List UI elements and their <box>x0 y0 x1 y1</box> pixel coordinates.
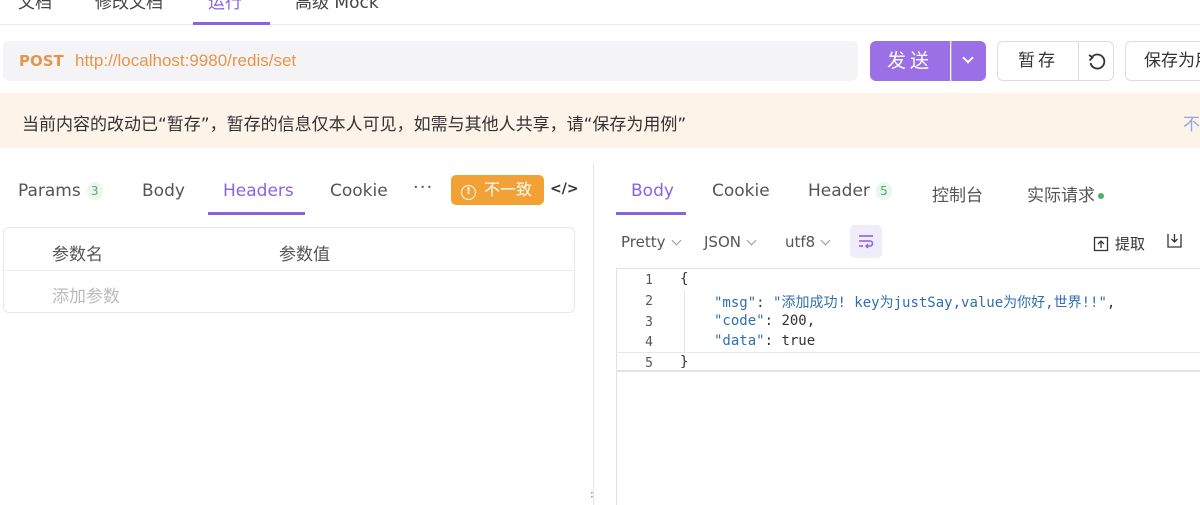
tab-advanced-mock[interactable]: 高级 Mock <box>295 0 379 13</box>
line-number: 5 <box>645 356 653 371</box>
response-tab-actual-request[interactable]: 实际请求 <box>1027 181 1104 206</box>
extract-button[interactable]: 提取 <box>1093 233 1145 254</box>
status-dot-icon <box>1098 193 1104 199</box>
chevron-down-icon <box>746 235 757 246</box>
tab-cookies[interactable]: Cookies <box>330 181 387 201</box>
temp-save-button[interactable]: 暂存 <box>997 41 1079 81</box>
code-line: "msg": "添加成功! key为justSay,value为你好,世界!!"… <box>714 295 1116 311</box>
json-value: "添加成功! key为justSay,value为你好,世界!!" <box>773 295 1107 311</box>
line-number: 3 <box>645 315 653 330</box>
save-as-case-button[interactable]: 保存为用例 <box>1125 41 1200 81</box>
json-value: true <box>781 333 816 349</box>
json-key: "data" <box>714 333 765 349</box>
format-select[interactable]: Pretty <box>621 233 681 251</box>
json-key: "msg" <box>714 295 757 311</box>
format-value: Pretty <box>621 233 666 251</box>
code-icon[interactable]: </> <box>550 181 579 197</box>
wrap-icon <box>859 235 874 249</box>
indent-guide <box>684 290 685 352</box>
json-key: "code" <box>714 313 765 329</box>
send-dropdown-button[interactable] <box>951 41 986 81</box>
active-tab-indicator <box>193 22 270 25</box>
add-param-input[interactable]: 添加参数 <box>52 282 120 307</box>
json-value: 200 <box>781 313 807 329</box>
tab-edit-docs[interactable]: 修改文档 <box>95 0 163 13</box>
response-tab-console[interactable]: 控制台 <box>932 181 983 206</box>
line-number: 1 <box>645 273 653 288</box>
encoding-value: utf8 <box>785 233 816 251</box>
tab-params-label: Params <box>18 181 81 201</box>
response-tab-header[interactable]: Header 5 <box>808 181 892 201</box>
current-line-highlight <box>617 352 1200 372</box>
response-tab-body[interactable]: Body <box>631 181 674 201</box>
dismiss-notice-link[interactable]: 不再提示 <box>1183 110 1200 135</box>
tab-params[interactable]: Params 3 <box>18 181 103 201</box>
row-divider <box>4 270 574 271</box>
code-line: } <box>680 354 688 370</box>
line-number: 2 <box>645 294 653 309</box>
tab-docs[interactable]: 文档 <box>18 0 52 13</box>
content-type-value: JSON <box>704 233 741 251</box>
panel-divider[interactable] <box>593 163 594 505</box>
params-count-badge: 3 <box>86 182 103 200</box>
stash-notice: 当前内容的改动已“暂存”，暂存的信息仅本人可见，如需与其他人共享，请“保存为用例… <box>0 93 1200 148</box>
extract-label: 提取 <box>1115 235 1146 253</box>
chevron-down-icon <box>671 235 681 246</box>
tab-run[interactable]: 运行 <box>208 0 242 13</box>
column-header-value: 参数值 <box>279 245 330 265</box>
undo-icon <box>1088 53 1106 70</box>
send-button[interactable]: 发送 <box>870 41 950 81</box>
tab-body[interactable]: Body <box>142 181 185 201</box>
url-input[interactable] <box>75 47 845 75</box>
url-bar: POST <box>3 41 858 81</box>
encoding-select[interactable]: utf8 <box>785 233 831 251</box>
alert-icon: ! <box>461 185 476 200</box>
code-line: "code": 200, <box>714 313 816 329</box>
tab-headers[interactable]: Headers <box>223 181 294 201</box>
active-tab-indicator <box>616 212 686 215</box>
mismatch-badge[interactable]: ! 不一致 <box>451 175 544 205</box>
download-icon[interactable] <box>1166 232 1183 249</box>
code-line: "data": true <box>714 333 816 349</box>
json-brace: { <box>680 271 689 287</box>
http-method[interactable]: POST <box>19 52 64 70</box>
chevron-down-icon <box>962 52 974 64</box>
mismatch-label: 不一致 <box>484 180 533 199</box>
response-tab-cookie[interactable]: Cookie <box>712 181 770 201</box>
json-brace: } <box>680 354 689 370</box>
chevron-down-icon <box>820 235 831 246</box>
actual-request-label: 实际请求 <box>1027 186 1095 206</box>
code-line: { <box>680 271 688 287</box>
more-tabs-button[interactable]: ··· <box>413 177 433 198</box>
line-number: 4 <box>645 335 653 350</box>
word-wrap-button[interactable] <box>850 225 882 258</box>
content-type-select[interactable]: JSON <box>704 233 757 251</box>
header-count-badge: 5 <box>875 182 892 200</box>
resize-handle-icon[interactable]: · · <box>590 487 594 503</box>
notice-text: 当前内容的改动已“暂存”，暂存的信息仅本人可见，如需与其他人共享，请“保存为用例… <box>22 115 687 135</box>
extract-icon <box>1093 236 1109 252</box>
response-tab-header-label: Header <box>808 181 870 201</box>
params-table: 参数名 参数值 添加参数 <box>3 227 575 313</box>
top-tab-bar: 文档 修改文档 运行 高级 Mock <box>0 0 1200 25</box>
active-tab-indicator <box>208 212 305 215</box>
column-header-name: 参数名 <box>52 245 103 265</box>
reset-button[interactable] <box>1078 41 1114 81</box>
